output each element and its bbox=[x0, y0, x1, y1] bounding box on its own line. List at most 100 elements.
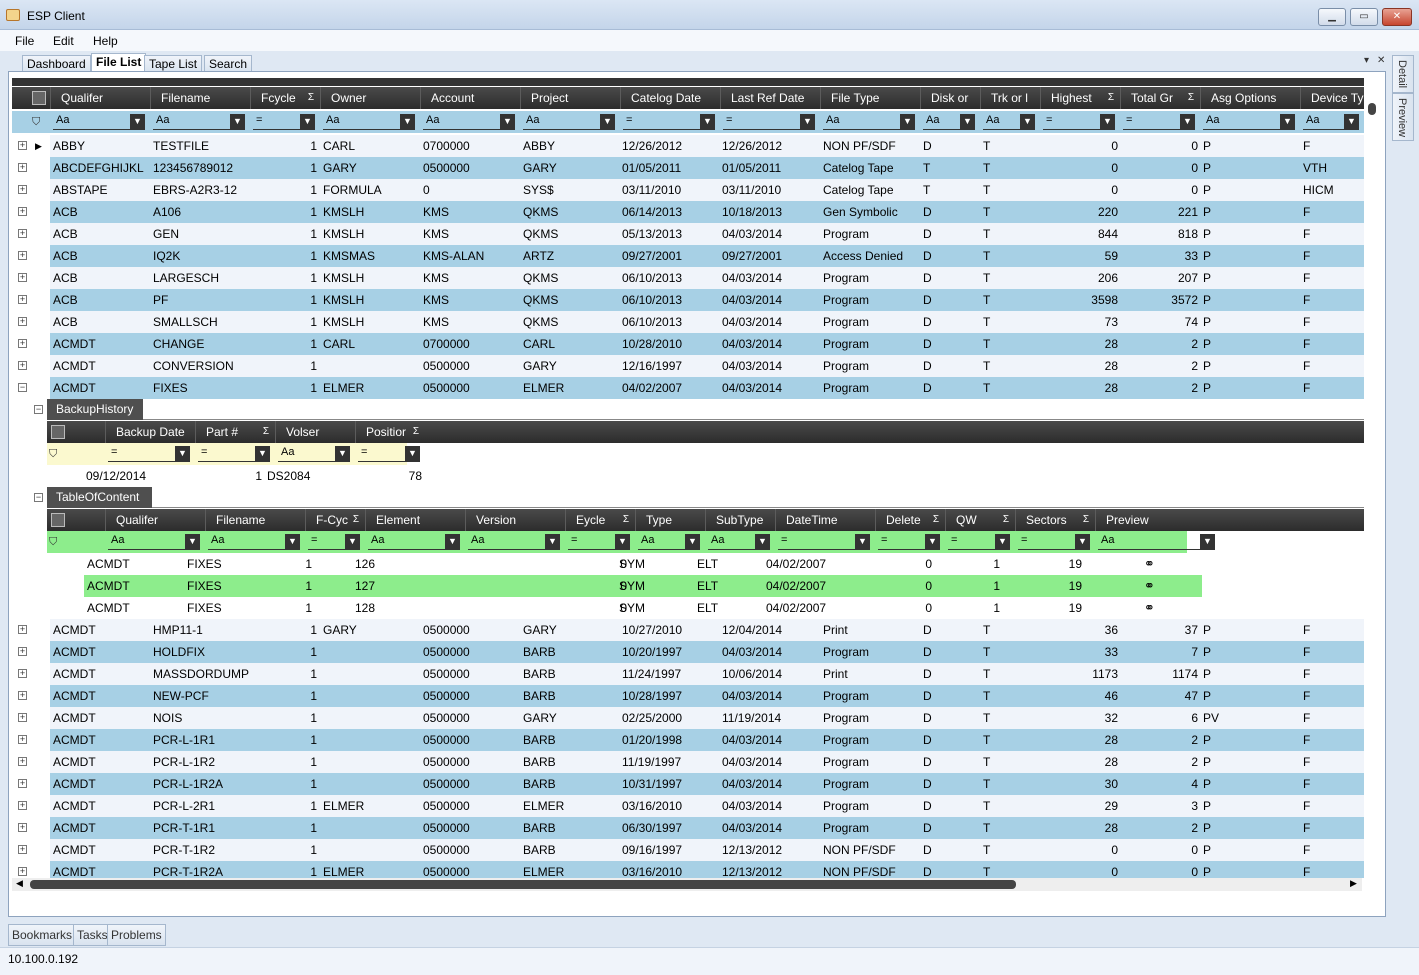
filter-operator[interactable]: Aa bbox=[471, 534, 484, 546]
filter-operator[interactable]: Aa bbox=[111, 534, 124, 546]
main-header-disk-or[interactable]: Disk or bbox=[920, 87, 980, 109]
plus-icon[interactable]: + bbox=[18, 867, 27, 876]
chevron-down-icon[interactable]: ▼ bbox=[345, 534, 360, 549]
chevron-down-icon[interactable]: ▼ bbox=[175, 446, 190, 461]
chevron-down-icon[interactable]: ▼ bbox=[1200, 534, 1215, 549]
table-row[interactable]: ACMDT CHANGE 1 CARL 0700000 CARL 10/28/2010 04/… bbox=[50, 333, 1364, 355]
table-row[interactable]: ACB PF 1 KMSLH KMS QKMS 06/10/2013 04/03/2014 Pr… bbox=[50, 289, 1364, 311]
main-header-asg-options[interactable]: Asg Options bbox=[1200, 87, 1300, 109]
filter-operator[interactable]: Aa bbox=[926, 114, 939, 126]
chevron-down-icon[interactable]: ▼ bbox=[1100, 114, 1115, 129]
sum-icon[interactable]: Σ bbox=[308, 87, 314, 109]
filter-operator[interactable]: = bbox=[626, 114, 632, 126]
tab-problems[interactable]: Problems bbox=[107, 924, 166, 946]
plus-icon[interactable]: + bbox=[18, 339, 27, 348]
filter-operator[interactable]: Aa bbox=[986, 114, 999, 126]
backup-header-positior[interactable]: Positior Σ bbox=[355, 421, 425, 443]
main-header-device-ty[interactable]: Device Ty bbox=[1300, 87, 1364, 109]
band-table-of-content[interactable]: TableOfContent bbox=[47, 487, 152, 508]
table-row[interactable]: ACMDT PCR-L-1R2 1 0500000 BARB 11/19/1997 04/0… bbox=[50, 751, 1364, 773]
toc-filter-cell[interactable]: = ▼ bbox=[778, 534, 870, 550]
plus-icon[interactable]: + bbox=[18, 229, 27, 238]
main-filter-cell[interactable]: Aa ▼ bbox=[983, 114, 1035, 130]
toc-row[interactable]: ACMDT FIXES 1 127 0 SYM ELT 04/02/2007 0 1 19 ⚭ bbox=[84, 575, 1202, 597]
toc-header-element[interactable]: Element bbox=[365, 509, 465, 531]
table-row[interactable]: ACB SMALLSCH 1 KMSLH KMS QKMS 06/10/2013 04/03/… bbox=[50, 311, 1364, 333]
filter-operator[interactable]: = bbox=[781, 534, 787, 546]
menu-help[interactable]: Help bbox=[93, 34, 118, 48]
chevron-down-icon[interactable]: ▼ bbox=[300, 114, 315, 129]
sum-icon[interactable]: Σ bbox=[263, 421, 269, 443]
filter-operator[interactable]: Aa bbox=[211, 534, 224, 546]
table-row[interactable]: ACB GEN 1 KMSLH KMS QKMS 05/13/2013 04/03/2014 P… bbox=[50, 223, 1364, 245]
chevron-down-icon[interactable]: ▼ bbox=[1020, 114, 1035, 129]
plus-icon[interactable]: + bbox=[18, 779, 27, 788]
table-row[interactable]: ACMDT PCR-T-1R1 1 0500000 BARB 06/30/1997 04/0… bbox=[50, 817, 1364, 839]
tabs-dropdown-icon[interactable]: ▾ bbox=[1364, 55, 1369, 66]
chevron-down-icon[interactable]: ▼ bbox=[1180, 114, 1195, 129]
chevron-down-icon[interactable]: ▼ bbox=[855, 534, 870, 549]
minus-icon[interactable]: − bbox=[18, 383, 27, 392]
filter-operator[interactable]: Aa bbox=[641, 534, 654, 546]
plus-icon[interactable]: + bbox=[18, 823, 27, 832]
vertical-scroll-thumb[interactable] bbox=[1368, 103, 1376, 115]
chevron-down-icon[interactable]: ▼ bbox=[1344, 114, 1359, 129]
backup-filter-cell[interactable]: = ▼ bbox=[198, 446, 270, 462]
tabs-close-icon[interactable]: ✕ bbox=[1377, 55, 1385, 66]
sum-icon[interactable]: Σ bbox=[1188, 87, 1194, 109]
toc-header-type[interactable]: Type bbox=[635, 509, 705, 531]
chevron-down-icon[interactable]: ▼ bbox=[800, 114, 815, 129]
horizontal-scroll-thumb[interactable] bbox=[30, 880, 1016, 889]
toc-filter-cell[interactable]: = ▼ bbox=[568, 534, 630, 550]
chevron-down-icon[interactable]: ▼ bbox=[545, 534, 560, 549]
table-row[interactable]: ACMDT HMP11-1 1 GARY 0500000 GARY 10/27/2010 12… bbox=[50, 619, 1364, 641]
toc-header-version[interactable]: Version bbox=[465, 509, 565, 531]
chevron-down-icon[interactable]: ▼ bbox=[1075, 534, 1090, 549]
filter-operator[interactable]: Aa bbox=[711, 534, 724, 546]
main-filter-cell[interactable]: = ▼ bbox=[253, 114, 315, 130]
filter-operator[interactable]: Aa bbox=[371, 534, 384, 546]
chevron-down-icon[interactable]: ▼ bbox=[185, 534, 200, 549]
chevron-down-icon[interactable]: ▼ bbox=[900, 114, 915, 129]
tab-file-list[interactable]: File List bbox=[91, 53, 147, 72]
main-header-owner[interactable]: Owner bbox=[320, 87, 420, 109]
chevron-down-icon[interactable]: ▼ bbox=[615, 534, 630, 549]
backup-header-part-[interactable]: Part # Σ bbox=[195, 421, 275, 443]
chevron-down-icon[interactable]: ▼ bbox=[925, 534, 940, 549]
band-backup-history[interactable]: BackupHistory bbox=[47, 399, 143, 420]
tab-bookmarks[interactable]: Bookmarks bbox=[8, 924, 77, 946]
chevron-down-icon[interactable]: ▼ bbox=[335, 446, 350, 461]
chevron-down-icon[interactable]: ▼ bbox=[500, 114, 515, 129]
backup-row[interactable]: 09/12/2014 1 DS2084 78 bbox=[72, 465, 432, 487]
chevron-down-icon[interactable]: ▼ bbox=[1280, 114, 1295, 129]
table-row[interactable]: ACMDT PCR-T-1R2A 1 ELMER 0500000 ELMER 03/16/2… bbox=[50, 861, 1364, 878]
toc-filter-cell[interactable]: Aa ▼ bbox=[208, 534, 300, 550]
chevron-down-icon[interactable]: ▼ bbox=[960, 114, 975, 129]
main-header-project[interactable]: Project bbox=[520, 87, 620, 109]
main-header-highest[interactable]: Highest Σ bbox=[1040, 87, 1120, 109]
filter-operator[interactable]: Aa bbox=[156, 114, 169, 126]
chevron-down-icon[interactable]: ▼ bbox=[445, 534, 460, 549]
backup-filter-cell[interactable]: = ▼ bbox=[108, 446, 190, 462]
table-row[interactable]: ACB A106 1 KMSLH KMS QKMS 06/14/2013 10/18/2013… bbox=[50, 201, 1364, 223]
plus-icon[interactable]: + bbox=[18, 669, 27, 678]
menu-edit[interactable]: Edit bbox=[53, 34, 74, 48]
main-filter-cell[interactable]: Aa ▼ bbox=[323, 114, 415, 130]
main-header-account[interactable]: Account bbox=[420, 87, 520, 109]
plus-icon[interactable]: + bbox=[18, 141, 27, 150]
table-row[interactable]: ACMDT NEW-PCF 1 0500000 BARB 10/28/1997 04/03/… bbox=[50, 685, 1364, 707]
chevron-down-icon[interactable]: ▼ bbox=[400, 114, 415, 129]
main-filter-cell[interactable]: Aa ▼ bbox=[1203, 114, 1295, 130]
funnel-icon[interactable]: ⛉ bbox=[49, 448, 57, 461]
filter-operator[interactable]: Aa bbox=[826, 114, 839, 126]
main-filter-cell[interactable]: Aa ▼ bbox=[153, 114, 245, 130]
vertical-scrollbar[interactable] bbox=[1366, 95, 1378, 875]
main-filter-cell[interactable]: = ▼ bbox=[1043, 114, 1115, 130]
table-row[interactable]: ACMDT PCR-L-2R1 1 ELMER 0500000 ELMER 03/16/20… bbox=[50, 795, 1364, 817]
filter-operator[interactable]: = bbox=[1046, 114, 1052, 126]
sum-icon[interactable]: Σ bbox=[413, 421, 419, 443]
table-row[interactable]: ACMDT PCR-L-1R1 1 0500000 BARB 01/20/1998 04/0… bbox=[50, 729, 1364, 751]
plus-icon[interactable]: + bbox=[18, 801, 27, 810]
filter-operator[interactable]: Aa bbox=[426, 114, 439, 126]
scroll-left-icon[interactable]: ◀ bbox=[16, 878, 23, 889]
